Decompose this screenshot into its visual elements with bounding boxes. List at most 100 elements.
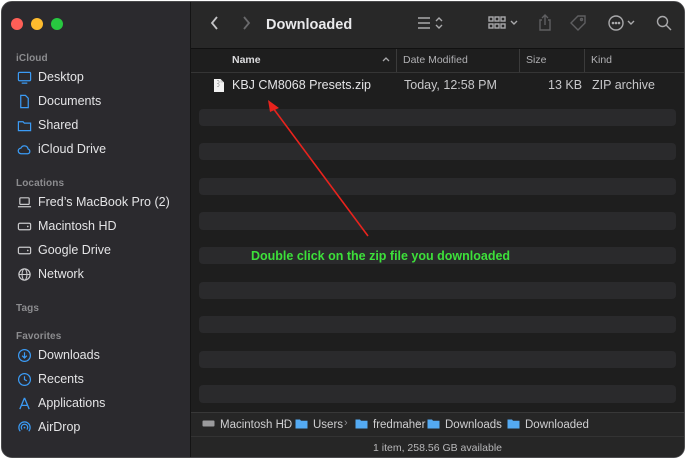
sidebar-item-recents[interactable]: Recents [16, 369, 84, 389]
clock-icon [16, 371, 32, 387]
sidebar-item-macbook[interactable]: Fred’s MacBook Pro (2) [16, 192, 170, 212]
disk-icon [202, 418, 220, 432]
zoom-button[interactable] [51, 18, 63, 30]
file-size: 13 KB [548, 78, 583, 92]
document-icon [16, 93, 32, 109]
sidebar: iCloud Desktop Documents Shared iCloud D… [2, 2, 191, 457]
column-header: Name Date Modified Size Kind [191, 49, 684, 73]
share-icon [537, 13, 553, 37]
back-button[interactable] [205, 14, 225, 36]
sidebar-item-documents[interactable]: Documents [16, 91, 101, 111]
list-row [199, 350, 676, 369]
sidebar-item-shared[interactable]: Shared [16, 115, 78, 135]
column-date[interactable]: Date Modified [396, 49, 519, 72]
finder-window: iCloud Desktop Documents Shared iCloud D… [1, 1, 685, 458]
sidebar-item-label: Shared [38, 118, 79, 132]
sidebar-item-applications[interactable]: Applications [16, 393, 105, 413]
minimize-button[interactable] [31, 18, 43, 30]
sidebar-item-label: Desktop [38, 70, 84, 84]
sidebar-item-desktop[interactable]: Desktop [16, 67, 84, 87]
chevron-left-icon [209, 15, 221, 36]
sidebar-item-label: Applications [38, 396, 106, 410]
toolbar: Downloaded [191, 2, 684, 49]
chevron-right-icon [240, 15, 252, 36]
list-row [199, 177, 676, 196]
zip-file-icon [213, 78, 225, 96]
annotation-text: Double click on the zip file you downloa… [251, 249, 511, 263]
list-row [199, 281, 676, 299]
search-icon [655, 14, 673, 37]
folder-icon [295, 418, 313, 432]
path-item[interactable]: fredmaher [355, 418, 425, 432]
view-options-button[interactable] [415, 14, 447, 36]
path-label: Downloaded [525, 419, 589, 431]
globe-icon [16, 266, 32, 282]
laptop-icon [16, 194, 32, 210]
window-controls [11, 18, 63, 30]
file-date: Today, 12:58 PM [404, 78, 497, 92]
applications-icon [16, 395, 32, 411]
chevron-right-icon: › [344, 417, 348, 429]
list-row [199, 108, 676, 126]
tag-button[interactable] [568, 14, 588, 36]
disk-icon [16, 242, 32, 258]
list-row [199, 143, 676, 161]
download-icon [16, 347, 32, 363]
list-row [199, 316, 676, 334]
search-button[interactable] [654, 14, 674, 36]
column-size[interactable]: Size [519, 49, 584, 72]
sidebar-item-label: AirDrop [38, 420, 81, 434]
sidebar-item-label: Google Drive [38, 243, 111, 257]
path-bar: Macintosh HD › Users › fredmaher › Downl… [191, 412, 684, 437]
list-view-icon [416, 15, 446, 36]
path-item[interactable]: Users [295, 418, 343, 432]
file-kind: ZIP archive [592, 78, 655, 92]
chevron-right-icon: › [283, 417, 287, 429]
column-name[interactable]: Name [232, 49, 397, 72]
list-row [199, 385, 676, 403]
path-item[interactable]: Downloaded [507, 418, 589, 432]
sidebar-item-label: Macintosh HD [38, 219, 117, 233]
chevron-right-icon: › [496, 417, 500, 429]
sidebar-item-airdrop[interactable]: AirDrop [16, 417, 80, 437]
forward-button[interactable] [236, 14, 256, 36]
sidebar-item-label: Network [38, 267, 84, 281]
section-label-tags: Tags [16, 303, 39, 314]
chevron-right-icon: › [416, 417, 420, 429]
more-actions-button[interactable] [607, 14, 639, 36]
column-kind[interactable]: Kind [584, 49, 684, 72]
main-pane: Downloaded Name Date Modified Size Kind … [191, 2, 684, 457]
list-row [199, 212, 676, 230]
section-label-locations: Locations [16, 178, 65, 189]
share-button[interactable] [535, 13, 555, 37]
desktop-icon [16, 69, 32, 85]
path-label: Users [313, 419, 344, 431]
sidebar-item-label: iCloud Drive [38, 142, 107, 156]
cloud-icon [16, 141, 32, 157]
grid-icon [487, 15, 521, 36]
sidebar-item-google-drive[interactable]: Google Drive [16, 240, 111, 260]
file-name: KBJ CM8068 Presets.zip [232, 78, 371, 92]
airdrop-icon [16, 419, 32, 435]
ellipsis-circle-icon [607, 14, 639, 37]
file-list [199, 74, 684, 420]
sidebar-item-label: Documents [38, 94, 102, 108]
folder-icon [507, 418, 525, 432]
sidebar-item-icloud-drive[interactable]: iCloud Drive [16, 139, 106, 159]
path-label: Downloads [445, 419, 502, 431]
sidebar-item-macintosh-hd[interactable]: Macintosh HD [16, 216, 117, 236]
shared-folder-icon [16, 117, 32, 133]
path-item[interactable]: Downloads [427, 418, 502, 432]
sidebar-item-label: Recents [38, 372, 84, 386]
folder-icon [427, 418, 445, 432]
sidebar-item-downloads[interactable]: Downloads [16, 345, 100, 365]
group-button[interactable] [487, 14, 521, 36]
disk-icon [16, 218, 32, 234]
sidebar-item-label: Downloads [38, 348, 100, 362]
table-row[interactable]: KBJ CM8068 Presets.zip Today, 12:58 PM 1… [199, 75, 676, 96]
path-item[interactable]: Macintosh HD [202, 418, 292, 432]
column-name-label: Name [232, 54, 261, 66]
status-bar: 1 item, 258.56 GB available [191, 436, 684, 457]
close-button[interactable] [11, 18, 23, 30]
sidebar-item-network[interactable]: Network [16, 264, 84, 284]
